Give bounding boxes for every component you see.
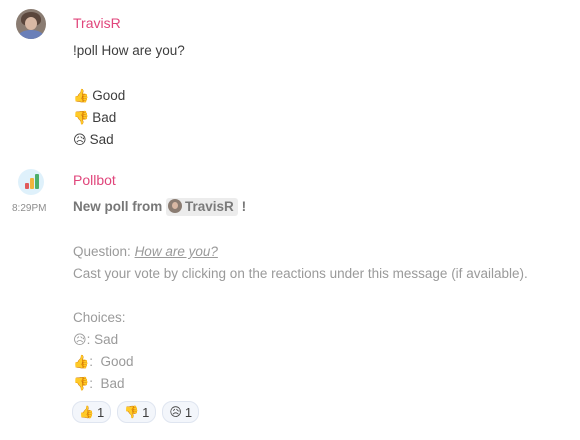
thumbs-down-icon: 👎 [73, 111, 90, 126]
reaction-count: 1 [184, 404, 193, 420]
thumbs-up-icon: 👍 [79, 405, 94, 419]
reaction-thumbs-down[interactable]: 👎 1 [117, 401, 157, 423]
user-mention-travisr[interactable]: TravisR [166, 198, 238, 216]
poll-header: New poll from TravisR ! [73, 198, 247, 216]
mention-avatar [168, 199, 183, 213]
question-text: How are you? [134, 244, 218, 259]
thumbs-down-icon: 👎 [73, 377, 90, 392]
reaction-count: 1 [96, 404, 105, 420]
reaction-sad[interactable]: 😥 1 [162, 401, 200, 423]
disappointed-relieved-icon: 😥 [73, 133, 87, 148]
choices-label: Choices: [73, 310, 126, 325]
message-text: !poll How are you? [73, 43, 185, 58]
author-name-travisr[interactable]: TravisR [73, 15, 121, 31]
choice-good: 👍: Good [73, 354, 134, 370]
avatar-pollbot[interactable] [18, 169, 44, 195]
avatar-travisr[interactable] [16, 9, 46, 39]
reaction-thumbs-up[interactable]: 👍 1 [72, 401, 112, 423]
disappointed-relieved-icon: 😥 [73, 333, 87, 348]
poll-option-bad: 👎 Bad [73, 110, 117, 126]
thumbs-down-icon: 👎 [124, 405, 140, 419]
author-name-pollbot[interactable]: Pollbot [73, 172, 116, 188]
poll-question: Question: How are you? [73, 244, 218, 259]
poll-instructions: Cast your vote by clicking on the reacti… [73, 266, 528, 281]
choice-sad: 😥: Sad [73, 332, 119, 348]
message-timestamp: 8:29PM [12, 203, 47, 214]
poll-option-good: 👍 Good [73, 88, 126, 104]
thumbs-up-icon: 👍 [73, 89, 90, 104]
reaction-count: 1 [142, 404, 150, 420]
reaction-bar: 👍 1 👎 1 😥 1 [72, 401, 200, 423]
choice-bad: 👎: Bad [73, 376, 125, 392]
disappointed-relieved-icon: 😥 [169, 405, 182, 419]
thumbs-up-icon: 👍 [73, 355, 90, 370]
poll-option-sad: 😥 Sad [73, 132, 114, 148]
